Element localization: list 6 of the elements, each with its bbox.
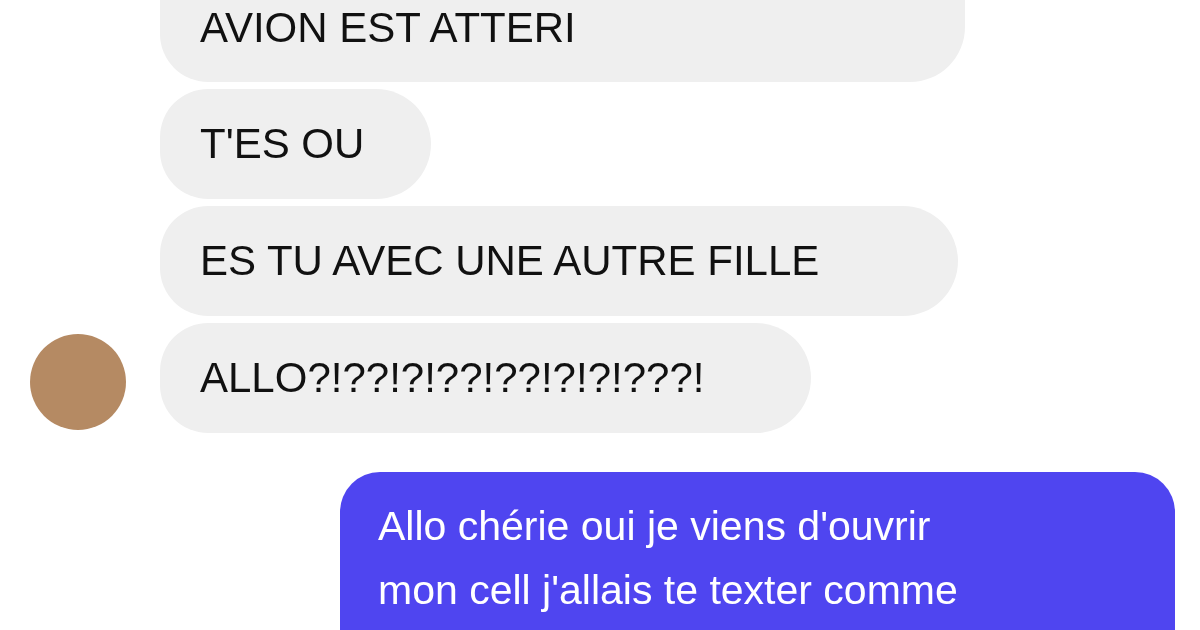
message-text-line: Allo chérie oui je viens d'ouvrir xyxy=(378,502,932,551)
message-text-line: mon cell j'allais te texter comme xyxy=(378,566,959,615)
received-message-bubble: T'ES OU xyxy=(160,89,431,199)
received-message-bubble: ALLO?!??!?!??!??!?!?!???! xyxy=(160,323,811,433)
received-message-bubble: AVION EST ATTERI xyxy=(160,0,965,82)
received-message-bubble: ES TU AVEC UNE AUTRE FILLE xyxy=(160,206,958,316)
